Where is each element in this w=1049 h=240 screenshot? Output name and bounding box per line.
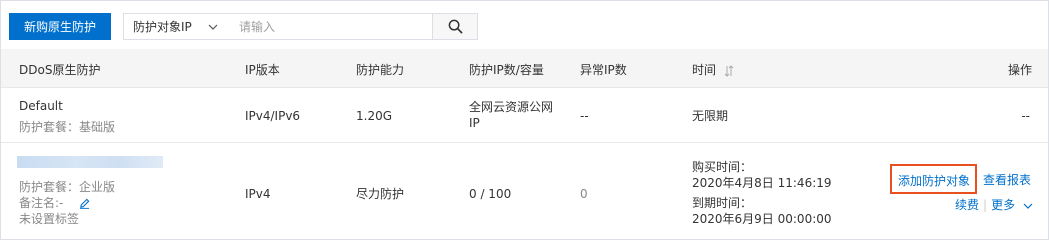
abnormal-ip-count: -- xyxy=(580,109,589,123)
column-header-actions: 操作 xyxy=(1007,63,1032,77)
renew-link[interactable]: 续费 xyxy=(955,198,979,212)
chevron-down-icon xyxy=(1023,203,1033,209)
column-header-ip-count: 防护IP数/容量 xyxy=(469,63,544,77)
row-secondary-actions: 续费 | 更多 xyxy=(955,197,1033,213)
ip-version: IPv4/IPv6 xyxy=(245,109,301,123)
column-header-abnormal-ip: 异常IP数 xyxy=(580,63,627,77)
action-separator: | xyxy=(983,198,988,212)
column-header-ip-version: IP版本 xyxy=(245,63,280,77)
ip-count-line1: 全网云资源公网 xyxy=(469,100,554,114)
sort-icon[interactable] xyxy=(724,64,734,77)
column-header-capacity: 防护能力 xyxy=(356,63,405,77)
package-label: 防护套餐：基础版 xyxy=(19,120,116,134)
time-value: 无限期 xyxy=(692,109,729,123)
highlight-box xyxy=(890,164,977,194)
expire-time-label: 到期时间： xyxy=(692,196,753,210)
search-input[interactable] xyxy=(225,13,433,40)
column-header-name: DDoS原生防护 xyxy=(19,63,101,77)
filter-field-select[interactable]: 防护对象IP xyxy=(123,13,226,40)
ddos-protection-panel: 新购原生防护 防护对象IP DDoS原生防护 IP版本 防护能力 防护IP数/容… xyxy=(0,0,1049,240)
edit-icon[interactable] xyxy=(79,198,90,209)
ip-count: 0 / 100 xyxy=(469,187,512,201)
package-label: 防护套餐：企业版 xyxy=(19,180,116,194)
table-header: DDoS原生防护 IP版本 防护能力 防护IP数/容量 异常IP数 时间 操作 xyxy=(1,49,1048,88)
capacity: 1.20G xyxy=(356,109,393,123)
expire-time-value: 2020年6月9日 00:00:00 xyxy=(692,212,832,226)
search-button[interactable] xyxy=(432,13,478,40)
actions-empty: -- xyxy=(1021,109,1030,123)
buy-time-value: 2020年4月8日 11:46:19 xyxy=(692,176,832,190)
table-row: Default 防护套餐：基础版 IPv4/IPv6 1.20G 全网云资源公网… xyxy=(1,88,1048,143)
column-header-time-label: 时间 xyxy=(692,63,717,77)
search-icon xyxy=(448,19,462,34)
abnormal-ip-count: 0 xyxy=(580,187,588,201)
buy-native-protection-button[interactable]: 新购原生防护 xyxy=(9,13,111,40)
ip-version: IPv4 xyxy=(245,187,271,201)
filter-field-selected-value: 防护对象IP xyxy=(133,20,192,34)
remark-label: 备注名:- xyxy=(19,196,64,210)
column-header-time[interactable]: 时间 xyxy=(692,61,734,78)
remark-field: 备注名:- xyxy=(19,195,90,211)
more-label: 更多 xyxy=(991,198,1016,212)
more-actions-link[interactable]: 更多 xyxy=(991,198,1033,212)
ip-count-line2: IP xyxy=(469,116,480,130)
buy-time-label: 购买时间： xyxy=(692,160,753,174)
view-report-link[interactable]: 查看报表 xyxy=(983,172,1031,188)
tags-label: 未设置标签 xyxy=(19,212,80,226)
redacted-instance-name[interactable] xyxy=(17,156,163,168)
instance-name: Default xyxy=(19,99,63,113)
chevron-down-icon xyxy=(208,24,218,30)
capacity: 尽力防护 xyxy=(356,187,405,201)
